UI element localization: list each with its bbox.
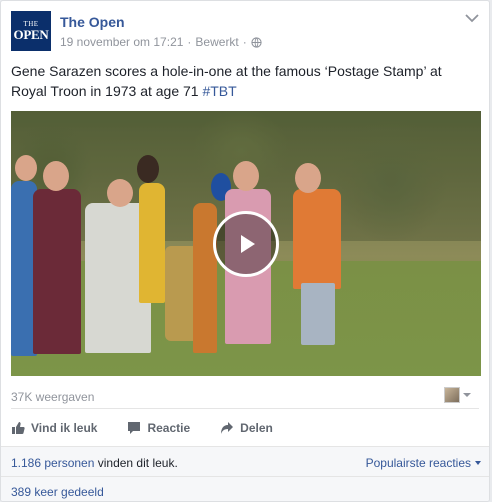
post-header: THE OPEN The Open 19 november om 17:21 ·… [11, 11, 479, 53]
video-person [293, 189, 341, 289]
play-button[interactable] [213, 211, 279, 277]
viewer-selector[interactable] [444, 387, 471, 403]
page-avatar[interactable]: THE OPEN [11, 11, 51, 51]
thumbs-up-icon [12, 422, 25, 434]
hashtag-link[interactable]: #TBT [202, 83, 236, 99]
likes-suffix: vinden dit leuk. [94, 456, 178, 470]
post-card: THE OPEN The Open 19 november om 17:21 ·… [0, 0, 490, 502]
comment-button[interactable]: Reactie [127, 414, 190, 442]
video-person-head [137, 155, 159, 183]
share-button[interactable]: Delen [220, 414, 273, 442]
page-name-link[interactable]: The Open [60, 14, 125, 30]
video-person-head [15, 155, 37, 181]
like-button[interactable]: Vind ik leuk [11, 414, 97, 442]
action-bar: Vind ik leuk Reactie Delen [11, 414, 303, 442]
video-person-head [295, 163, 321, 193]
logo-text-bottom: OPEN [13, 27, 49, 42]
video-person-legs [301, 283, 335, 345]
post-meta: 19 november om 17:21 · Bewerkt · [60, 35, 262, 49]
likes-count-link[interactable]: 1.186 personen [11, 456, 94, 470]
meta-separator: · [187, 35, 192, 49]
video-person-head [233, 161, 259, 191]
video-person [139, 183, 165, 303]
meta-separator-2: · [242, 35, 247, 49]
edited-label[interactable]: Bewerkt [195, 35, 238, 49]
chevron-down-icon[interactable] [465, 13, 479, 23]
divider [11, 408, 479, 409]
play-icon [241, 235, 255, 253]
post-timestamp[interactable]: 19 november om 17:21 [60, 35, 183, 49]
like-label: Vind ik leuk [31, 421, 98, 435]
shares-summary: 389 keer gedeeld [1, 476, 489, 501]
video-person [33, 189, 81, 354]
share-label: Delen [240, 421, 273, 435]
comment-label: Reactie [147, 421, 191, 435]
caret-down-icon [463, 393, 471, 397]
video-player[interactable] [11, 111, 481, 376]
comment-sort-dropdown[interactable]: Populairste reacties [366, 456, 481, 470]
comment-sort-label: Populairste reacties [365, 456, 471, 470]
likes-text: 1.186 personen vinden dit leuk. [11, 456, 178, 470]
likes-summary: 1.186 personen vinden dit leuk. Populair… [1, 446, 489, 476]
viewer-avatar [444, 387, 460, 403]
video-person-head [43, 161, 69, 191]
shares-count-link[interactable]: 389 keer gedeeld [11, 485, 104, 499]
caret-down-icon [475, 461, 481, 465]
video-person-head [107, 179, 133, 207]
view-count: 37K weergaven [11, 390, 95, 404]
share-icon [221, 422, 234, 434]
post-message: Gene Sarazen scores a hole-in-one at the… [11, 61, 479, 101]
globe-icon [251, 36, 262, 48]
video-person [193, 203, 217, 353]
comment-icon [128, 422, 141, 434]
